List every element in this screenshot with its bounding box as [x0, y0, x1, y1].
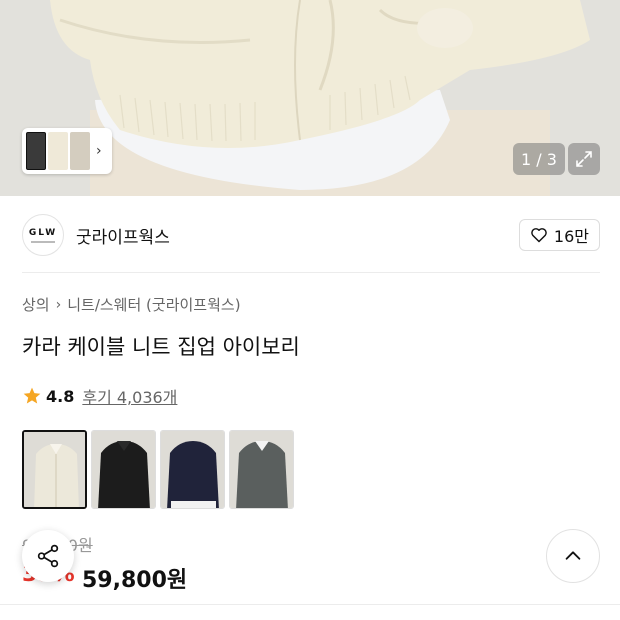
thumbnail-strip[interactable]: ›	[22, 128, 112, 174]
breadcrumb-level1[interactable]: 상의	[22, 294, 50, 315]
like-count: 16만	[553, 227, 589, 246]
brand-name[interactable]: 굿라이프웍스	[76, 223, 170, 248]
product-title: 카라 케이블 니트 집업 아이보리	[22, 335, 300, 359]
thumbnail-2[interactable]	[48, 132, 68, 170]
color-option-navy[interactable]	[160, 430, 225, 509]
like-button[interactable]: 16만	[518, 219, 600, 251]
color-options	[22, 430, 294, 509]
color-option-ivory[interactable]	[22, 430, 87, 509]
expand-button[interactable]	[568, 143, 600, 175]
brand-logo[interactable]: GLW	[22, 214, 64, 256]
color-option-black[interactable]	[91, 430, 156, 509]
chevron-up-icon	[565, 551, 581, 560]
heart-icon	[531, 228, 547, 243]
option-image	[230, 431, 293, 508]
chevron-right-icon: ›	[55, 296, 62, 313]
star-icon	[23, 387, 41, 404]
brand-row: GLW 굿라이프웍스 16만	[22, 212, 600, 258]
rating-row: 4.8 후기 4,036개	[22, 384, 177, 408]
breadcrumb: 상의 › 니트/스웨터 (굿라이프웍스)	[22, 294, 241, 315]
option-image	[92, 431, 155, 508]
brand-logo-underline	[31, 240, 55, 243]
sale-price: 59,800원	[82, 568, 188, 593]
share-icon	[37, 544, 59, 568]
scroll-top-button[interactable]	[546, 529, 600, 583]
breadcrumb-level2[interactable]: 니트/스웨터 (굿라이프웍스)	[67, 294, 240, 315]
product-image[interactable]: › 1 / 3	[0, 0, 620, 196]
bottom-divider	[0, 604, 620, 605]
rating-score: 4.8	[46, 386, 75, 406]
image-counter: 1 / 3	[513, 143, 565, 175]
brand-logo-text: GLW	[28, 227, 58, 238]
thumbnail-3[interactable]	[70, 132, 90, 170]
review-link[interactable]: 후기 4,036개	[82, 384, 177, 408]
color-option-gray[interactable]	[229, 430, 294, 509]
thumbnail-1[interactable]	[26, 132, 46, 170]
chevron-right-icon[interactable]: ›	[96, 143, 102, 159]
share-button[interactable]	[22, 530, 74, 582]
divider	[22, 272, 600, 273]
option-image	[161, 431, 224, 508]
option-image	[24, 432, 85, 507]
expand-icon	[576, 151, 592, 167]
